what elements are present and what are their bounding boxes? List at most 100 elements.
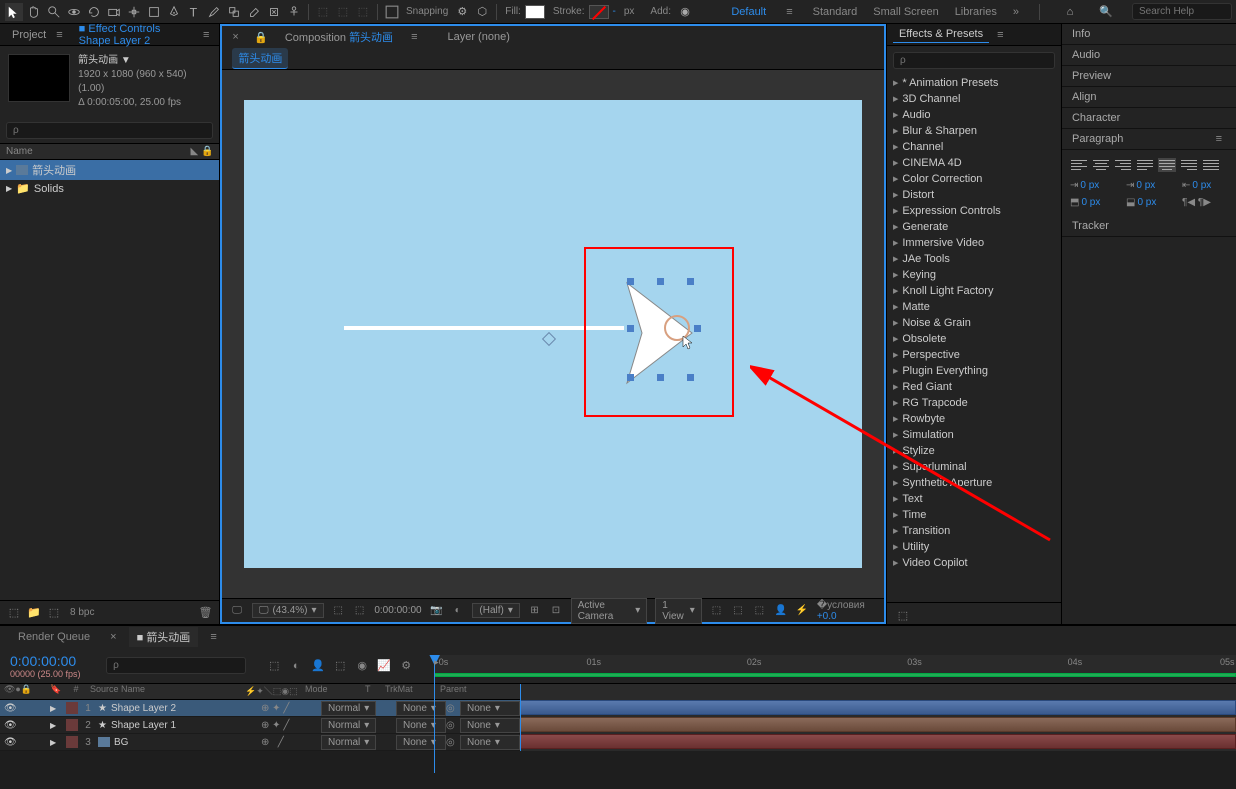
space-before-field[interactable]: ⬒0 px bbox=[1070, 197, 1116, 208]
tl-motion-blur-icon[interactable]: ◉ bbox=[354, 658, 370, 674]
effect-category[interactable]: Stylize bbox=[887, 443, 1061, 459]
zoom-dropdown[interactable]: 🖵 (43.4%) ▾ bbox=[252, 603, 324, 618]
justify-last-left-icon[interactable] bbox=[1136, 158, 1154, 172]
exposure-value[interactable]: �условия +0.0 bbox=[817, 600, 876, 622]
effect-category[interactable]: Red Giant bbox=[887, 379, 1061, 395]
effect-category[interactable]: Perspective bbox=[887, 347, 1061, 363]
effect-controls-tab[interactable]: ■ Effect Controls Shape Layer 2 bbox=[73, 21, 199, 49]
fast-preview-icon[interactable]: ⚡ bbox=[795, 603, 808, 619]
pickwhip-icon[interactable]: ◎ bbox=[446, 737, 460, 748]
project-tab[interactable]: Project bbox=[6, 27, 52, 43]
snapshot-icon[interactable]: 📷 bbox=[430, 603, 443, 619]
mode-dropdown[interactable]: Normal▾ bbox=[321, 718, 376, 733]
effect-category[interactable]: Channel bbox=[887, 139, 1061, 155]
effects-tab[interactable]: Effects & Presets bbox=[893, 26, 989, 43]
effect-category[interactable]: Noise & Grain bbox=[887, 315, 1061, 331]
bpc-label[interactable]: 8 bpc bbox=[70, 607, 94, 618]
view-opt2-icon[interactable]: ⬚ bbox=[731, 603, 744, 619]
align-panel-header[interactable]: Align bbox=[1062, 87, 1236, 108]
brush-tool-icon[interactable] bbox=[205, 3, 223, 21]
search-icon[interactable]: 🔍 bbox=[1097, 3, 1115, 21]
tl-graph-editor-icon[interactable]: 📈 bbox=[376, 658, 392, 674]
layer-color-label[interactable] bbox=[66, 719, 78, 731]
timeline-layer-row[interactable]: 👁 ▶ 3 BG ⊕ ╱ Normal▾ None▾ ◎ None▾ bbox=[0, 734, 520, 751]
info-panel-header[interactable]: Info bbox=[1062, 24, 1236, 45]
current-time[interactable]: 0:00:00:00 bbox=[0, 653, 86, 669]
channels-icon[interactable]: ◐ bbox=[451, 603, 464, 619]
pickwhip-icon[interactable]: ◎ bbox=[446, 703, 460, 714]
audio-panel-header[interactable]: Audio bbox=[1062, 45, 1236, 66]
effect-category[interactable]: Color Correction bbox=[887, 171, 1061, 187]
flowchart-comp-tab[interactable]: 箭头动画 bbox=[232, 48, 288, 69]
tl-frame-blend-icon[interactable]: ⬚ bbox=[332, 658, 348, 674]
timeline-tab-close-icon[interactable]: × bbox=[106, 631, 120, 643]
resolution-dropdown[interactable]: (Half) ▾ bbox=[472, 603, 519, 618]
camera-tool-icon[interactable] bbox=[105, 3, 123, 21]
align-right-icon[interactable] bbox=[1114, 158, 1132, 172]
preview-panel-header[interactable]: Preview bbox=[1062, 66, 1236, 87]
effect-category[interactable]: Matte bbox=[887, 299, 1061, 315]
playhead-line[interactable] bbox=[520, 684, 521, 751]
paragraph-panel-header[interactable]: Paragraph≡ bbox=[1062, 129, 1236, 150]
align-center-icon[interactable] bbox=[1092, 158, 1110, 172]
render-queue-tab[interactable]: Render Queue bbox=[10, 629, 98, 645]
eye-icon[interactable]: 👁 bbox=[4, 720, 17, 731]
eye-icon[interactable]: 👁 bbox=[4, 737, 17, 748]
effect-category[interactable]: 3D Channel bbox=[887, 91, 1061, 107]
orbit-tool-icon[interactable] bbox=[65, 3, 83, 21]
timeline-comp-tab[interactable]: ■ 箭头动画 bbox=[129, 627, 199, 647]
trkmat-dropdown[interactable]: None▾ bbox=[396, 718, 446, 733]
trkmat-dropdown[interactable]: None▾ bbox=[396, 701, 446, 716]
resolution-icon[interactable]: ⬚ bbox=[332, 603, 345, 619]
local-axis-icon[interactable]: ⬚ bbox=[314, 3, 332, 21]
viewer-lock-icon[interactable]: 🔒 bbox=[252, 28, 270, 46]
effect-category[interactable]: * Animation Presets bbox=[887, 75, 1061, 91]
eye-icon[interactable]: 👁 bbox=[4, 703, 17, 714]
guides-icon[interactable]: ⊡ bbox=[549, 603, 562, 619]
roto-tool-icon[interactable] bbox=[265, 3, 283, 21]
indent-first-field[interactable]: ⇥0 px bbox=[1126, 180, 1172, 191]
workspace-libraries[interactable]: Libraries bbox=[955, 6, 997, 18]
home-icon[interactable]: ⌂ bbox=[1061, 3, 1079, 21]
paragraph-menu-icon[interactable]: ≡ bbox=[1212, 133, 1226, 145]
snap-checkbox[interactable] bbox=[383, 3, 401, 21]
clone-tool-icon[interactable] bbox=[225, 3, 243, 21]
composition-tab[interactable]: Composition 箭头动画 bbox=[279, 27, 399, 47]
indent-right-field[interactable]: ⇤0 px bbox=[1182, 180, 1228, 191]
workspace-default-menu-icon[interactable]: ≡ bbox=[782, 6, 796, 18]
effect-category[interactable]: Video Copilot bbox=[887, 555, 1061, 571]
col-source-name[interactable]: Source Name bbox=[86, 684, 245, 699]
parent-dropdown[interactable]: None▾ bbox=[460, 718, 520, 733]
camera-dropdown[interactable]: Active Camera ▾ bbox=[571, 598, 648, 624]
shape-tool-icon[interactable] bbox=[145, 3, 163, 21]
new-comp-icon[interactable]: ⬚ bbox=[46, 605, 62, 621]
type-tool-icon[interactable]: T bbox=[185, 3, 203, 21]
layer-color-label[interactable] bbox=[66, 702, 78, 714]
views-dropdown[interactable]: 1 View ▾ bbox=[655, 598, 702, 624]
parent-dropdown[interactable]: None▾ bbox=[460, 735, 520, 750]
effects-menu-icon[interactable]: ≡ bbox=[993, 29, 1007, 41]
viewer-timecode[interactable]: 0:00:00:00 bbox=[374, 605, 421, 616]
stroke-width[interactable]: - bbox=[613, 6, 616, 17]
effect-category[interactable]: Transition bbox=[887, 523, 1061, 539]
tl-hide-shy-icon[interactable]: 👤 bbox=[310, 658, 326, 674]
effects-search-input[interactable] bbox=[893, 52, 1055, 69]
add-menu-icon[interactable]: ◉ bbox=[676, 3, 694, 21]
justify-last-right-icon[interactable] bbox=[1180, 158, 1198, 172]
timeline-tracks[interactable] bbox=[520, 684, 1236, 751]
composition-tab-menu-icon[interactable]: ≡ bbox=[407, 31, 421, 43]
project-search-input[interactable] bbox=[6, 122, 213, 139]
tl-brainstorm-icon[interactable]: ⚙ bbox=[398, 658, 414, 674]
interpret-icon[interactable]: ⬚ bbox=[6, 605, 22, 621]
playhead[interactable] bbox=[434, 655, 435, 773]
indent-left-field[interactable]: ⇥0 px bbox=[1070, 180, 1116, 191]
effect-category[interactable]: Superluminal bbox=[887, 459, 1061, 475]
pixel-aspect-icon[interactable]: 👤 bbox=[774, 603, 787, 619]
effect-category[interactable]: Expression Controls bbox=[887, 203, 1061, 219]
stroke-color-swatch[interactable] bbox=[589, 5, 609, 19]
effect-category[interactable]: Utility bbox=[887, 539, 1061, 555]
effect-category[interactable]: JAe Tools bbox=[887, 251, 1061, 267]
layer-bar[interactable] bbox=[520, 700, 1236, 715]
effect-category[interactable]: Keying bbox=[887, 267, 1061, 283]
space-after-field[interactable]: ⬓0 px bbox=[1126, 197, 1172, 208]
